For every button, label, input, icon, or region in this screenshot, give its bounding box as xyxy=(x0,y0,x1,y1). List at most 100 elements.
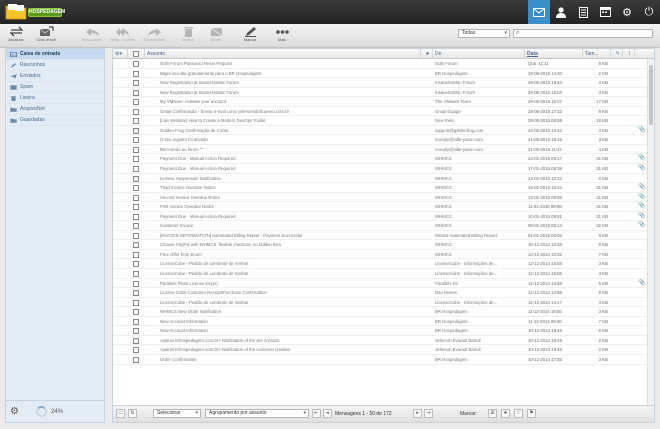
message-checkbox[interactable] xyxy=(133,309,139,316)
list-options-gear-icon[interactable]: ⚙▾ xyxy=(113,49,128,59)
unread-dot-icon[interactable]: · xyxy=(150,193,151,203)
message-checkbox[interactable] xyxy=(133,356,139,363)
message-row[interactable]: · Payment Due - Manual Action Required WHM… xyxy=(113,154,654,165)
mark-read-icon[interactable]: ⊞ xyxy=(488,409,497,418)
message-checkbox[interactable] xyxy=(133,337,139,344)
message-checkbox[interactable] xyxy=(133,242,139,249)
threading-dropdown[interactable]: Agrupamento por assunto ▾ xyxy=(205,409,309,418)
column-thread-icon[interactable]: ↰ xyxy=(611,49,623,59)
message-checkbox[interactable] xyxy=(133,223,139,230)
folder-guardadas[interactable]: Guardadas xyxy=(6,115,104,126)
forward-button[interactable]: Encaminhar xyxy=(142,25,166,47)
unread-dot-icon[interactable]: · xyxy=(150,164,151,174)
message-checkbox[interactable] xyxy=(133,204,139,211)
message-row[interactable]: · Third Invoice Overdue Notice WHMCS 15-01-… xyxy=(113,183,654,193)
message-row[interactable]: · O seu registro foi ativado noreply@sdbr-… xyxy=(113,135,654,145)
unread-dot-icon[interactable]: · xyxy=(150,97,151,107)
message-row[interactable]: · Payment Due - Manual Action Required WHM… xyxy=(113,164,654,174)
power-logout-icon[interactable]: ⏻ xyxy=(638,0,660,24)
scrollbar-thumb[interactable] xyxy=(649,65,653,125)
message-checkbox[interactable] xyxy=(133,290,139,297)
spam-button[interactable]: Spam xyxy=(204,25,228,47)
message-row[interactable]: · Free Offer from Enom WHMCS 13-12-2014 10:… xyxy=(113,250,654,260)
unread-dot-icon[interactable]: · xyxy=(150,259,151,269)
unread-dot-icon[interactable]: · xyxy=(150,231,151,241)
message-row[interactable]: · Gmail Confirmação - Enviar e-mail como … xyxy=(113,107,654,117)
message-row[interactable]: · Bem-vindo ao fórum "" noreply@sdbr-jaxon… xyxy=(113,145,654,155)
message-checkbox[interactable] xyxy=(133,328,139,335)
unread-dot-icon[interactable]: · xyxy=(150,250,151,260)
message-row[interactable]: · License Suspension Notification WHMCS 13-… xyxy=(113,174,654,184)
column-attachment-icon[interactable]: ⌇ xyxy=(623,49,635,59)
message-row[interactable]: · LicenseCube - Pedido de Lembrete de Sen… xyxy=(113,269,654,279)
unread-dot-icon[interactable]: · xyxy=(150,288,151,298)
message-checkbox[interactable] xyxy=(133,318,139,325)
unread-dot-icon[interactable]: · xyxy=(150,78,151,88)
refresh-button[interactable]: Atualizar xyxy=(4,25,28,47)
unread-dot-icon[interactable]: · xyxy=(150,298,151,308)
message-checkbox[interactable] xyxy=(133,108,139,115)
message-checkbox[interactable] xyxy=(133,185,139,192)
unread-dot-icon[interactable]: · xyxy=(150,135,151,145)
mark-replied-icon[interactable]: ⚑ xyxy=(527,409,536,418)
message-checkbox[interactable] xyxy=(133,299,139,306)
message-checkbox[interactable] xyxy=(133,280,139,287)
notes-icon[interactable] xyxy=(572,0,594,24)
column-from[interactable]: De xyxy=(433,49,525,59)
folder-inbox[interactable]: Caixa de entrada xyxy=(6,49,104,60)
unread-dot-icon[interactable]: · xyxy=(150,116,151,126)
calendar-icon[interactable] xyxy=(594,0,616,24)
unread-dot-icon[interactable]: · xyxy=(150,174,151,184)
folder-trash[interactable]: Lixeira xyxy=(6,93,104,104)
unread-dot-icon[interactable]: · xyxy=(150,69,151,79)
message-row[interactable]: · <painel.brhospedagem.com.br> Notificati… xyxy=(113,345,654,355)
select-dropdown[interactable]: Selecionar ▾ xyxy=(153,409,201,418)
unread-dot-icon[interactable]: · xyxy=(150,240,151,250)
filter-select[interactable]: Todas ▾ xyxy=(458,29,510,38)
unread-dot-icon[interactable]: · xyxy=(150,183,151,193)
threads-icon[interactable]: ⇅ xyxy=(128,409,137,418)
reply-button[interactable]: Responder xyxy=(80,25,104,47)
first-page-icon[interactable]: ⇤ xyxy=(312,409,321,418)
folder-spam[interactable]: Spam xyxy=(6,82,104,93)
last-page-icon[interactable]: ⇥ xyxy=(424,409,433,418)
message-checkbox[interactable] xyxy=(133,271,139,278)
unread-dot-icon[interactable]: · xyxy=(150,88,151,98)
message-checkbox[interactable] xyxy=(133,89,139,96)
unread-dot-icon[interactable]: · xyxy=(150,326,151,336)
message-checkbox[interactable] xyxy=(133,347,139,354)
prev-page-icon[interactable]: ◂ xyxy=(323,409,332,418)
unread-dot-icon[interactable]: · xyxy=(150,317,151,327)
search-input[interactable]: ⌕ xyxy=(513,29,653,38)
toggle-preview-icon[interactable]: ▭ xyxy=(116,409,125,418)
message-row[interactable]: · License Cube Customer Receipt/Purchase … xyxy=(113,288,654,298)
column-size[interactable]: Tam... xyxy=(583,49,611,59)
unread-dot-icon[interactable]: · xyxy=(150,154,151,164)
column-subject[interactable]: Assunto xyxy=(145,49,421,59)
message-row[interactable]: · Customer Invoice WHMCS 05-01-2015 09:14 32… xyxy=(113,221,654,231)
message-row[interactable]: · My VMware: Activate your account The VMw… xyxy=(113,97,654,107)
reply-all-button[interactable]: Resp. a todos xyxy=(110,25,135,47)
mail-icon[interactable] xyxy=(528,0,550,24)
message-checkbox[interactable] xyxy=(133,156,139,163)
unread-dot-icon[interactable]: · xyxy=(150,269,151,279)
mark-unflagged-star-icon[interactable]: ☆ xyxy=(514,409,523,418)
message-row[interactable]: · [Live Webinar] How to Create a Modern D… xyxy=(113,116,654,126)
unread-dot-icon[interactable]: · xyxy=(150,107,151,117)
contacts-icon[interactable] xyxy=(550,0,572,24)
message-row[interactable]: · Odin Forum Password Reset Request Odin F… xyxy=(113,59,654,69)
message-row[interactable]: · LicenseCube - Pedido de Lembrete de Sen… xyxy=(113,298,654,308)
message-row[interactable]: · Golden Frog Confirmação de Conta support… xyxy=(113,126,654,136)
folder-arquivonet[interactable]: ArquivoNet xyxy=(6,104,104,115)
message-checkbox[interactable] xyxy=(133,127,139,134)
message-row[interactable]: · New Registration at InsaneNoMac Forum In… xyxy=(113,88,654,98)
message-row[interactable]: · Choose PayPal with WHMCS: flexible chec… xyxy=(113,240,654,250)
message-checkbox[interactable] xyxy=(133,99,139,106)
message-row[interactable]: · [INVOICE INFORMATION] Automated Billing… xyxy=(113,231,654,241)
unread-dot-icon[interactable]: · xyxy=(150,59,151,69)
unread-dot-icon[interactable]: · xyxy=(150,126,151,136)
message-row[interactable]: · WHMCS New Order Notification BR Hospedag… xyxy=(113,307,654,317)
unread-dot-icon[interactable]: · xyxy=(150,212,151,222)
message-row[interactable]: · Payment Due - Manual Action Required WHM… xyxy=(113,212,654,222)
message-checkbox[interactable] xyxy=(133,175,139,182)
